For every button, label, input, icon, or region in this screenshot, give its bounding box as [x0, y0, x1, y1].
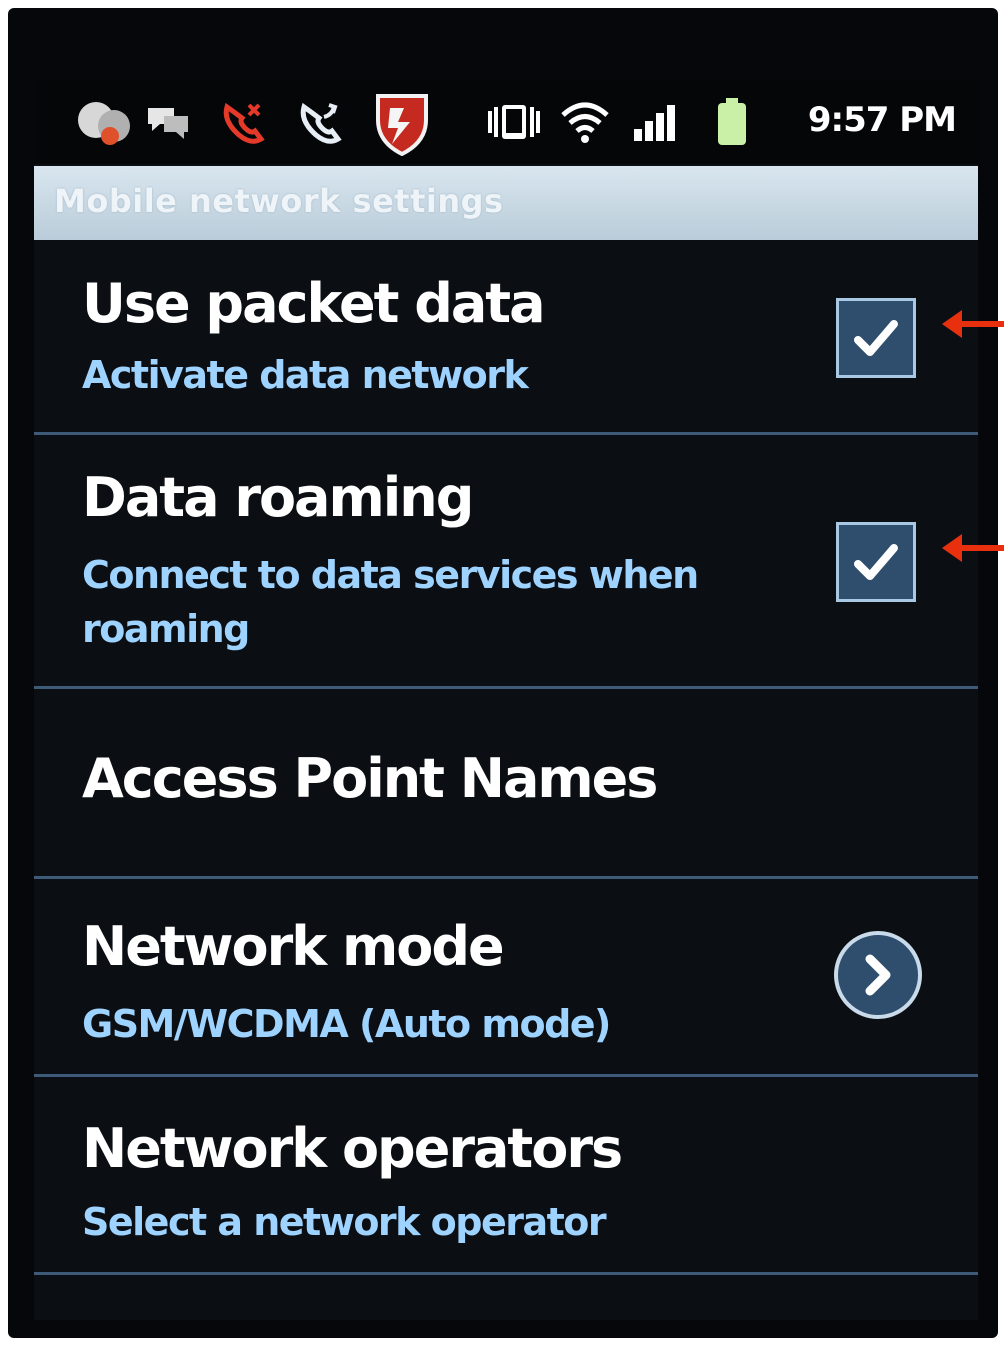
title-bar: Mobile network settings — [34, 166, 978, 240]
setting-access-point-names[interactable]: Access Point Names — [34, 689, 978, 877]
checkmark-icon — [854, 544, 898, 580]
divider — [34, 432, 978, 435]
setting-summary: GSM/WCDMA (Auto mode) — [82, 1002, 611, 1046]
security-shield-icon[interactable] — [374, 90, 430, 156]
setting-network-mode[interactable]: Network mode GSM/WCDMA (Auto mode) — [34, 879, 978, 1075]
setting-network-operators[interactable]: Network operators Select a network opera… — [34, 1077, 978, 1273]
setting-title: Access Point Names — [82, 747, 658, 810]
setting-title: Data roaming — [82, 466, 474, 529]
status-bar: 9:57 PM — [34, 80, 978, 164]
packet-data-checkbox[interactable] — [836, 298, 916, 378]
missed-call-icon[interactable] — [219, 96, 269, 148]
notification-avatar-icon[interactable] — [74, 96, 140, 148]
setting-data-roaming[interactable]: Data roaming Connect to data services wh… — [34, 436, 978, 686]
setting-use-packet-data[interactable]: Use packet data Activate data network — [34, 240, 978, 436]
setting-title: Network mode — [82, 915, 505, 978]
chevron-right-icon — [865, 954, 891, 996]
chat-icon[interactable] — [144, 96, 192, 148]
network-mode-button[interactable] — [834, 931, 922, 1019]
divider — [34, 1272, 978, 1275]
wifi-icon — [559, 96, 611, 148]
setting-title: Use packet data — [82, 272, 546, 335]
setting-summary: Select a network operator — [82, 1200, 607, 1244]
vibrate-icon — [486, 96, 542, 148]
setting-title: Network operators — [82, 1117, 623, 1180]
status-time: 9:57 PM — [807, 100, 957, 140]
page-title: Mobile network settings — [54, 182, 504, 220]
phone-frame: 9:57 PM Mobile network settings Use pack… — [8, 8, 998, 1338]
data-roaming-checkbox[interactable] — [836, 522, 916, 602]
annotation-arrow — [942, 310, 1004, 338]
battery-icon — [714, 96, 750, 148]
call-forward-icon[interactable] — [296, 96, 346, 148]
checkmark-icon — [854, 320, 898, 356]
setting-summary: Connect to data services when roaming — [82, 553, 699, 651]
setting-summary: Activate data network — [82, 353, 529, 397]
signal-icon — [630, 96, 682, 148]
phone-screen: 9:57 PM Mobile network settings Use pack… — [34, 80, 978, 1320]
annotation-arrow — [942, 534, 1004, 562]
